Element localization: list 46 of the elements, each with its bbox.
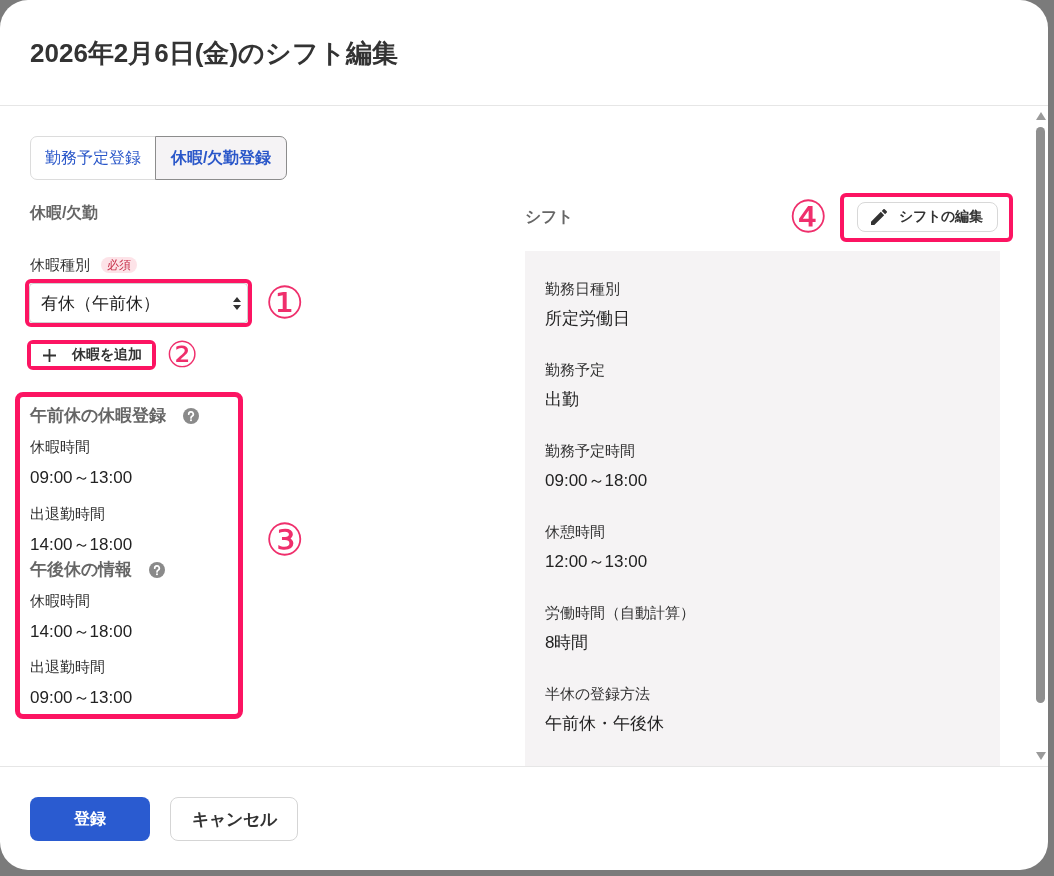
callout-number: ① bbox=[265, 281, 305, 325]
section-heading: シフト bbox=[525, 207, 573, 227]
field-label: 勤務予定時間 bbox=[545, 442, 636, 461]
help-icon[interactable] bbox=[149, 561, 165, 578]
field-value: 所定労働日 bbox=[545, 308, 631, 330]
callout-number: ④ bbox=[788, 195, 828, 239]
field-value: 14:00～18:00 bbox=[30, 620, 134, 643]
field-value: 09:00～13:00 bbox=[30, 467, 134, 489]
field-value: 12:00～13:00 bbox=[545, 551, 649, 573]
scroll-down-icon[interactable] bbox=[1035, 752, 1046, 760]
cancel-button[interactable]: キャンセル bbox=[170, 797, 298, 841]
field-value: 14:00～18:00 bbox=[30, 533, 134, 556]
edit-shift-button[interactable]: シフトの編集 bbox=[857, 201, 998, 232]
field-label: 休憩時間 bbox=[545, 523, 606, 542]
callout-number: ③ bbox=[265, 518, 305, 562]
dialog-title: 2026年2月6日(金)のシフト編集 bbox=[30, 36, 399, 70]
plus-icon bbox=[43, 348, 56, 362]
field-value: 午前休・午後休 bbox=[545, 713, 665, 735]
tab[interactable]: 休暇/欠勤登録 bbox=[155, 136, 288, 180]
help-icon[interactable] bbox=[183, 408, 199, 424]
field-value: 出勤 bbox=[545, 389, 580, 411]
field-label: 休暇種別 bbox=[30, 256, 90, 275]
field-value: 8時間 bbox=[545, 632, 590, 654]
field-label: 勤務日種別 bbox=[545, 280, 621, 299]
field-label: 出退勤時間 bbox=[30, 504, 106, 524]
scrollbar-thumb[interactable] bbox=[1036, 127, 1045, 703]
subheading: 午後休の情報 bbox=[30, 558, 132, 581]
scroll-up-icon[interactable] bbox=[1035, 112, 1046, 120]
field-label: 半休の登録方法 bbox=[545, 685, 651, 704]
required-badge: 必須 bbox=[101, 257, 137, 273]
pencil-icon bbox=[871, 208, 887, 225]
field-label: 休暇時間 bbox=[30, 591, 91, 611]
up-down-arrows-icon bbox=[233, 296, 241, 310]
field-label: 勤務予定 bbox=[545, 361, 606, 380]
field-value: 09:00～13:00 bbox=[30, 687, 134, 709]
register-button[interactable]: 登録 bbox=[30, 797, 150, 841]
section-heading: 休暇/欠勤 bbox=[30, 203, 100, 223]
leave-type-select[interactable]: 有休（午前休） bbox=[29, 283, 248, 323]
add-leave-button[interactable]: 休暇を追加 bbox=[31, 344, 152, 366]
field-label: 出退勤時間 bbox=[30, 658, 106, 677]
field-label: 休暇時間 bbox=[30, 438, 91, 457]
field-value: 09:00～18:00 bbox=[545, 470, 649, 492]
subheading: 午前休の休暇登録 bbox=[30, 405, 166, 427]
field-label: 労働時間（自動計算） bbox=[545, 604, 696, 623]
callout-number: ② bbox=[166, 337, 199, 373]
tab[interactable]: 勤務予定登録 bbox=[30, 136, 156, 180]
